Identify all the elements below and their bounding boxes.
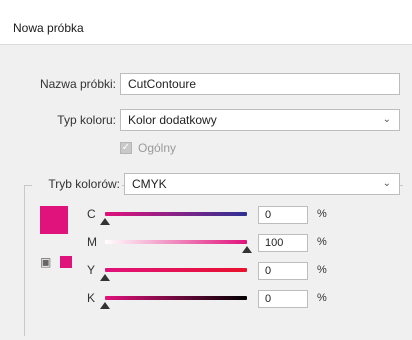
black-slider-track[interactable] xyxy=(105,296,247,300)
color-mode-label: Tryb kolorów: xyxy=(32,177,122,191)
black-slider-handle[interactable] xyxy=(100,302,110,309)
swatch-name-label: Nazwa próbki: xyxy=(39,77,116,91)
swatch-name-input[interactable]: CutContoure xyxy=(120,73,400,95)
cyan-value-input[interactable]: 0 xyxy=(258,206,308,224)
chevron-down-icon: ⌄ xyxy=(382,114,391,125)
color-type-label: Typ koloru: xyxy=(57,113,116,127)
color-mode-select[interactable]: CMYK ⌄ xyxy=(124,173,400,195)
cyan-slider-track[interactable] xyxy=(105,212,247,216)
cyan-slider-handle[interactable] xyxy=(100,218,110,225)
gamut-swatch[interactable] xyxy=(60,256,72,268)
channel-label-c: C xyxy=(87,207,96,221)
color-mode-group xyxy=(24,185,403,336)
channel-label-k: K xyxy=(87,291,96,305)
dialog-titlebar: Nowa próbka xyxy=(0,0,412,45)
black-value-input[interactable]: 0 xyxy=(258,290,308,308)
color-mode-value: CMYK xyxy=(132,177,167,191)
checkmark-icon: ✓ xyxy=(120,142,132,154)
channel-label-y: Y xyxy=(87,263,96,277)
dialog-title: Nowa próbka xyxy=(13,21,84,35)
global-label: Ogólny xyxy=(138,141,177,155)
black-unit: % xyxy=(317,292,327,304)
chevron-down-icon: ⌄ xyxy=(382,178,391,189)
yellow-slider-handle[interactable] xyxy=(100,274,110,281)
channel-label-m: M xyxy=(87,235,97,249)
magenta-slider-handle[interactable] xyxy=(242,246,252,253)
yellow-unit: % xyxy=(317,264,327,276)
color-type-select[interactable]: Kolor dodatkowy ⌄ xyxy=(120,109,400,131)
color-preview-swatch xyxy=(40,206,68,234)
magenta-value-input[interactable]: 100 xyxy=(258,234,308,252)
cube-icon[interactable]: ▣ xyxy=(40,255,51,269)
color-type-value: Kolor dodatkowy xyxy=(128,113,217,127)
magenta-slider-track[interactable] xyxy=(105,240,247,244)
cyan-unit: % xyxy=(317,208,327,220)
magenta-unit: % xyxy=(317,236,327,248)
yellow-value-input[interactable]: 0 xyxy=(258,262,308,280)
yellow-slider-track[interactable] xyxy=(105,268,247,272)
